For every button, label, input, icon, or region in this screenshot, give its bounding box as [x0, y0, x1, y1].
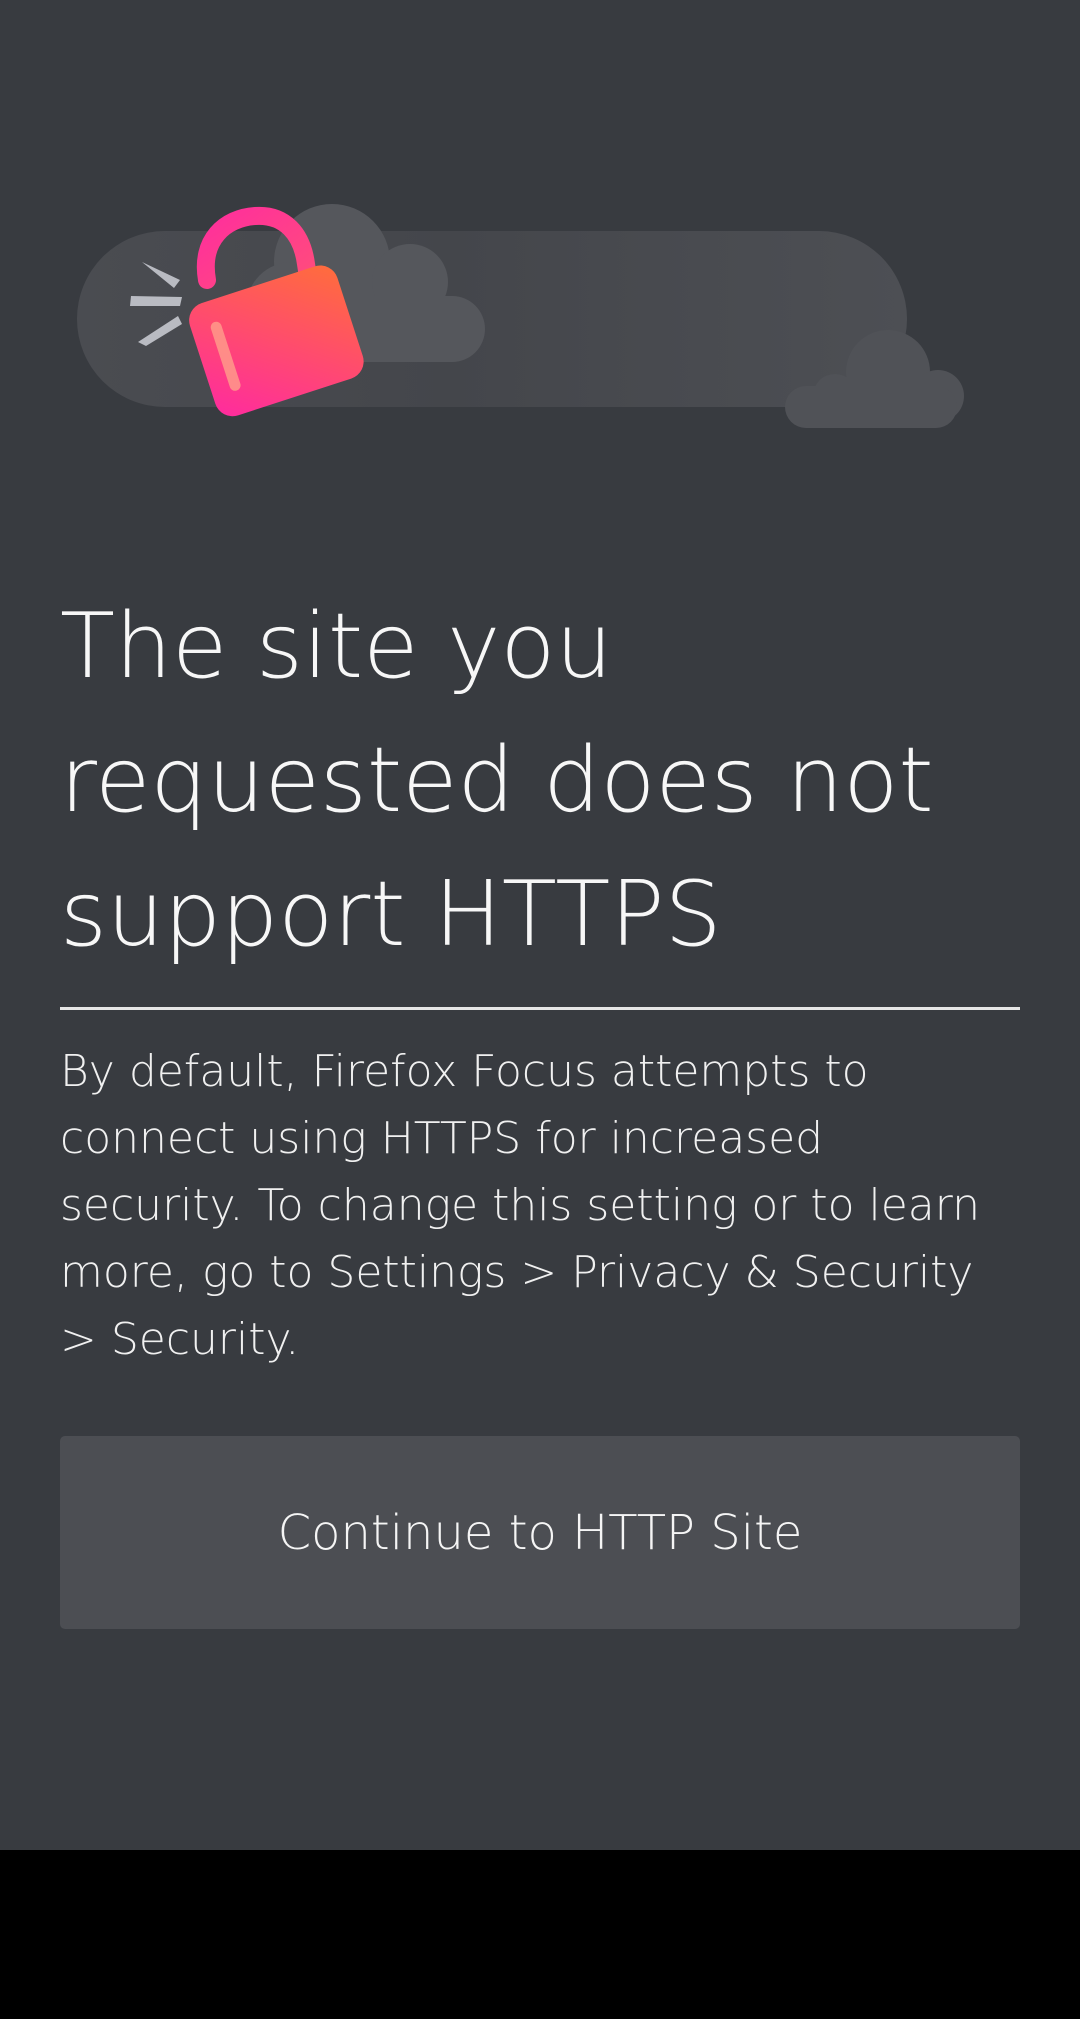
system-navigation-bar [0, 1850, 1080, 2019]
https-only-error-page: The site you requested does not support … [0, 0, 1080, 1850]
error-description: By default, Firefox Focus attempts to co… [60, 1046, 980, 1365]
https-illustration [77, 204, 964, 428]
page-title: The site you requested does not support … [60, 594, 934, 967]
title-divider [60, 1007, 1020, 1010]
continue-to-http-button[interactable]: Continue to HTTP Site [60, 1436, 1020, 1629]
